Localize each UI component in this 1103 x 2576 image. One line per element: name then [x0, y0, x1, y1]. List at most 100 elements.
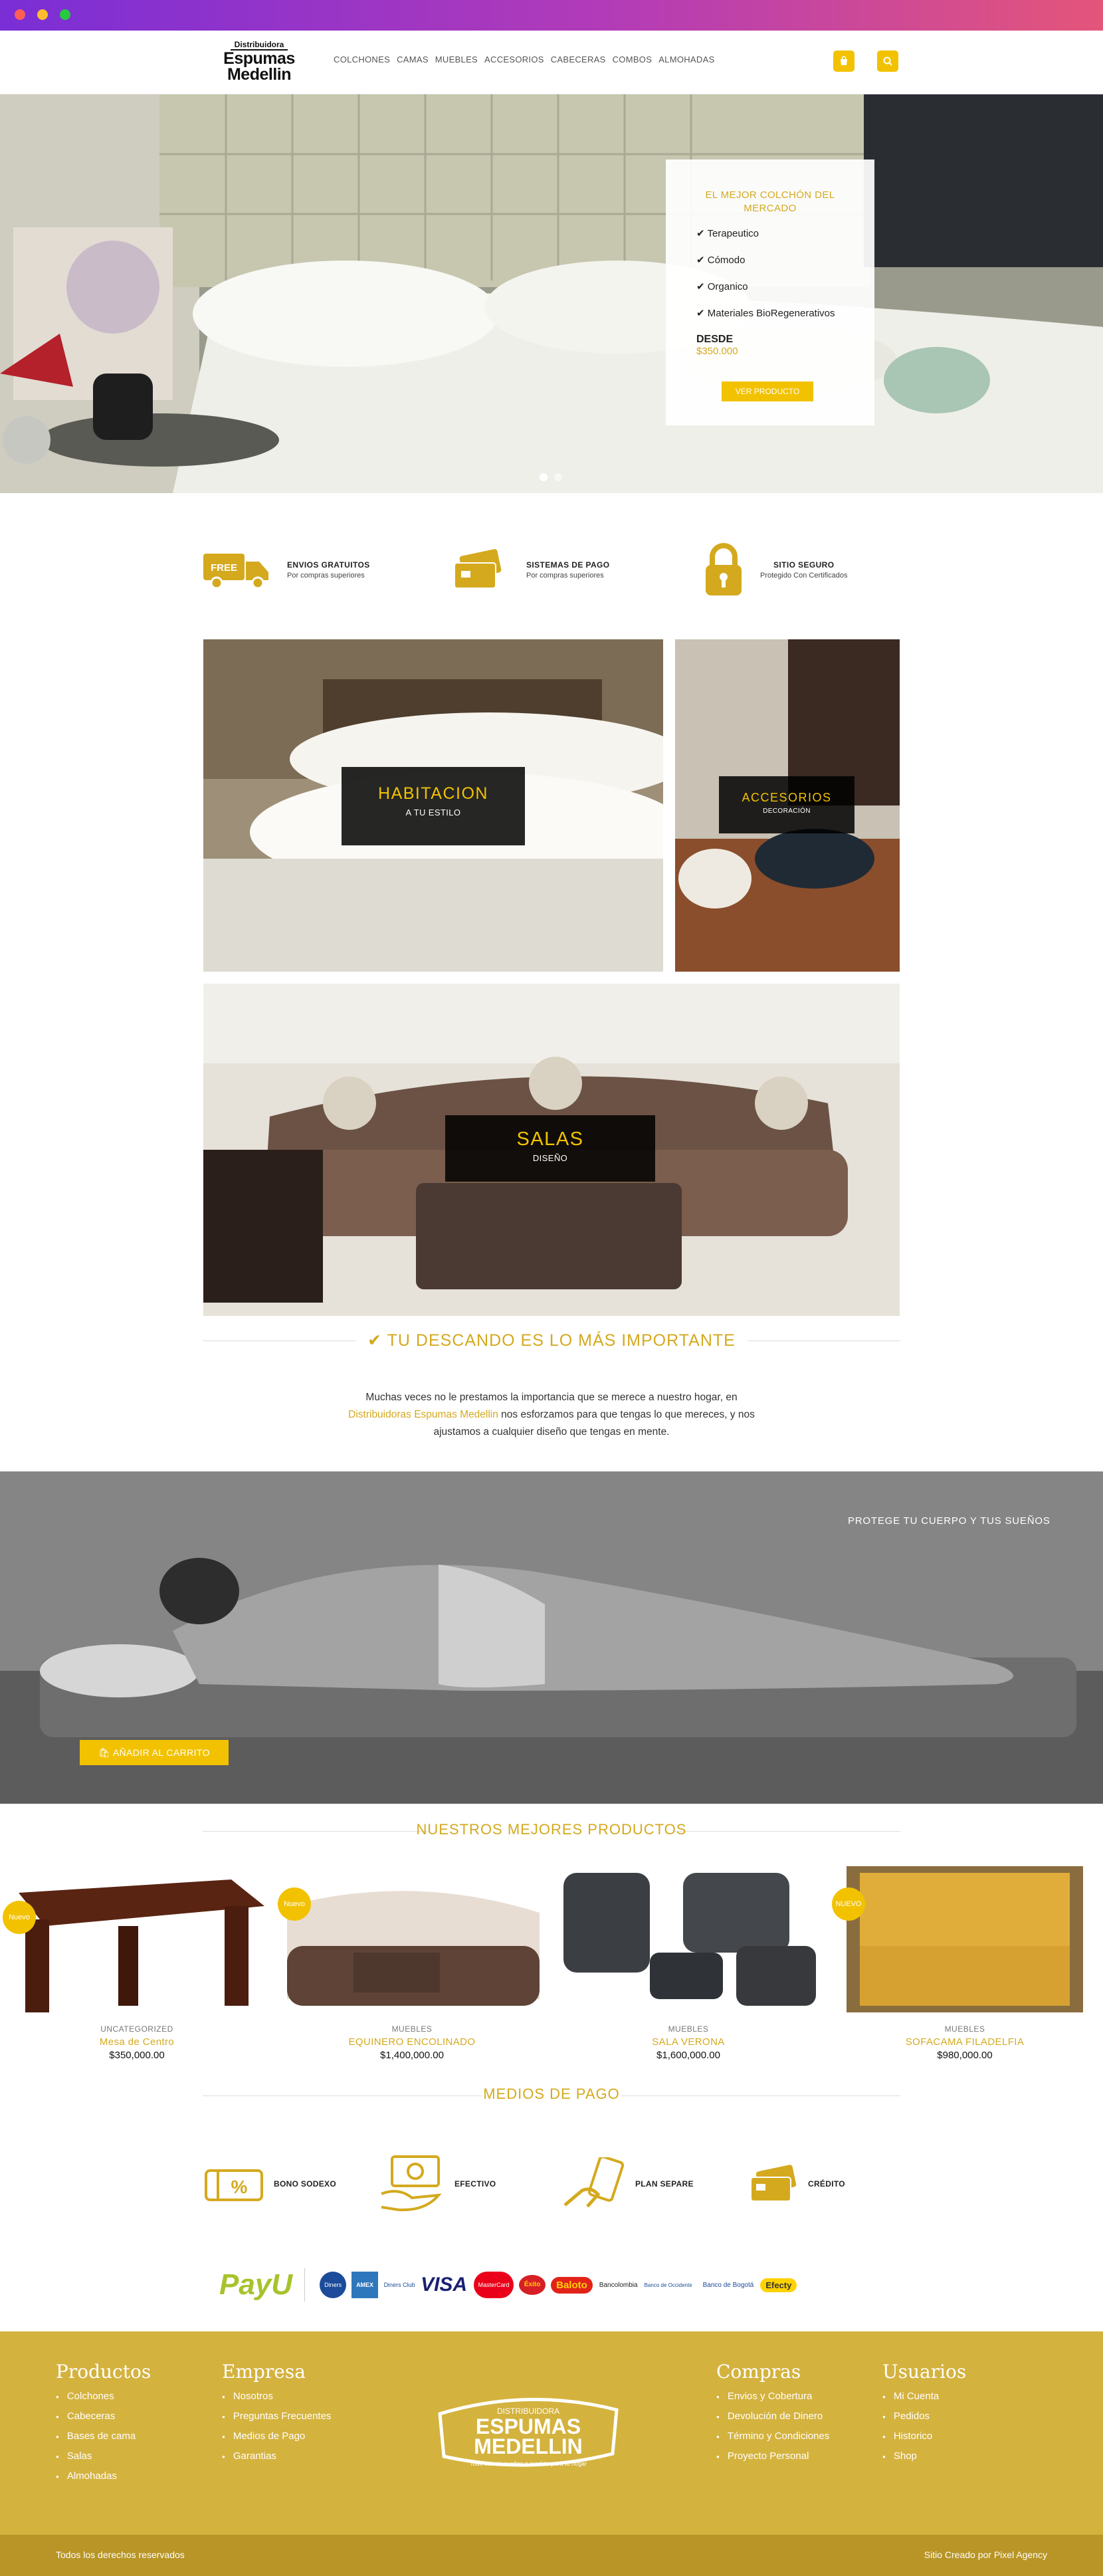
footer-link[interactable]: Colchones	[56, 2391, 151, 2402]
feature-pago: SISTEMAS DE PAGO Por compras superiores	[452, 540, 610, 599]
product-name[interactable]: EQUINERO ENCOLINADO	[280, 2036, 544, 2048]
footer-usuarios: Usuarios Mi Cuenta Pedidos Historico Sho…	[882, 2361, 966, 2470]
product-card[interactable]: MUEBLES SALA VERONA $1,600,000.00	[557, 1866, 820, 2066]
hero-bedroom-image	[0, 94, 1103, 493]
add-to-cart-button[interactable]: 🛍 AÑADIR AL CARRITO	[80, 1740, 229, 1765]
footer-link[interactable]: Envios y Cobertura	[716, 2391, 829, 2402]
credit-card-icon	[454, 549, 502, 589]
footer-link[interactable]: Término y Condiciones	[716, 2430, 829, 2442]
product-name[interactable]: SOFACAMA FILADELFIA	[833, 2036, 1096, 2048]
footer-compras: Compras Envios y Cobertura Devolución de…	[716, 2361, 829, 2470]
cash-hand-icon	[381, 2155, 442, 2212]
exito-logo: Éxito	[519, 2275, 546, 2295]
footer-bottom-bar: Todos los derechos reservados Sitio Crea…	[0, 2535, 1103, 2576]
feature-title: ENVIOS GRATUITOS	[287, 560, 370, 570]
footer-link[interactable]: Preguntas Frecuentes	[222, 2411, 332, 2422]
nav-combos[interactable]: COMBOS	[613, 54, 652, 64]
ver-producto-button[interactable]: VER PRODUCTO	[722, 381, 813, 401]
feature-title: SITIO SEGURO	[773, 560, 835, 570]
check-icon: ✔	[696, 281, 708, 292]
payment-label: BONO SODEXO	[274, 2179, 336, 2189]
product-name[interactable]: Mesa de Centro	[5, 2036, 268, 2048]
payment-label: CRÉDITO	[808, 2179, 845, 2189]
footer-link[interactable]: Proyecto Personal	[716, 2450, 829, 2462]
maximize-window-icon[interactable]	[60, 9, 70, 20]
product-card[interactable]: NUEVO MUEBLES SOFACAMA FILADELFIA $980,0…	[832, 1866, 1096, 2066]
product-card[interactable]: Nuevo MUEBLES EQUINERO ENCOLINADO $1,400…	[278, 1866, 544, 2066]
payment-efectivo: EFECTIVO	[379, 2155, 496, 2212]
mastercard-logo: MasterCard	[474, 2272, 514, 2298]
footer-link[interactable]: Bases de cama	[56, 2430, 151, 2442]
efecty-logo: Efecty	[760, 2278, 797, 2292]
visa-logo: VISA	[421, 2274, 468, 2296]
footer-link[interactable]: Devolución de Dinero	[716, 2411, 829, 2422]
nav-cabeceras[interactable]: CABECERAS	[551, 54, 606, 64]
nav-colchones[interactable]: COLCHONES	[334, 54, 390, 64]
baloto-logo: Baloto	[551, 2276, 593, 2294]
banco-occidente-logo: Banco de Occidente	[644, 2282, 692, 2288]
payment-sodexo: % BONO SODEXO	[203, 2157, 336, 2210]
search-button[interactable]	[877, 51, 898, 72]
minimize-window-icon[interactable]	[37, 9, 48, 20]
slider-dot-1[interactable]	[540, 473, 548, 481]
product-category: UNCATEGORIZED	[100, 2024, 173, 2034]
footer-col-title: Compras	[716, 2361, 801, 2383]
footer-link[interactable]: Pedidos	[882, 2411, 966, 2422]
payments-heading: MEDIOS DE PAGO	[203, 2083, 900, 2109]
footer-link[interactable]: Mi Cuenta	[882, 2391, 966, 2402]
product-price: $980,000.00	[937, 2050, 993, 2061]
payment-logos: PayU Diners AMEX Diners Club VISA Master…	[219, 2258, 897, 2311]
credit-link[interactable]: Sitio Creado por Pixel Agency	[924, 2549, 1047, 2560]
about-heading-text: ✔ TU DESCANDO ES LO MÁS IMPORTANTE	[367, 1331, 736, 1350]
category-title: HABITACION	[378, 784, 488, 803]
habitacion-label: HABITACION A TU ESTILO	[342, 767, 525, 845]
category-salas[interactable]: SALAS DISEÑO	[203, 984, 900, 1316]
footer-link[interactable]: Historico	[882, 2430, 966, 2442]
nav-almohadas[interactable]: ALMOHADAS	[658, 54, 714, 64]
footer-col-title: Empresa	[222, 2361, 306, 2383]
product-card[interactable]: Nuevo UNCATEGORIZED Mesa de Centro $350,…	[3, 1866, 268, 2066]
product-name[interactable]: SALA VERONA	[557, 2036, 820, 2048]
footer-empresa: Empresa Nosotros Preguntas Frecuentes Me…	[222, 2361, 331, 2470]
percent-card-icon: %	[205, 2169, 263, 2201]
footer-link[interactable]: Almohadas	[56, 2470, 151, 2482]
product-image	[833, 1866, 1096, 2019]
footer-link[interactable]: Medios de Pago	[222, 2430, 331, 2442]
site-logo[interactable]: Distribuidora Espumas Medellin	[206, 39, 312, 83]
new-badge: Nuevo	[3, 1901, 36, 1934]
nav-accesorios[interactable]: ACCESORIOS	[484, 54, 544, 64]
banner-title: PROTEGE TU CUERPO Y TUS SUEÑOS	[848, 1515, 1051, 1527]
footer-link[interactable]: Shop	[882, 2450, 966, 2462]
feature-seguro: SITIO SEGURO Protegido Con Certificados	[704, 540, 847, 599]
footer-col-title: Productos	[56, 2361, 151, 2383]
slider-dot-2[interactable]	[554, 473, 562, 481]
payment-plan-separe: PLAN SEPARE	[562, 2157, 694, 2210]
hero-feature-list: ✔ Terapeutico ✔ Cómodo ✔ Organico ✔ Mate…	[696, 227, 844, 319]
footer-logo-graphic: DISTRIBUIDORA ESPUMAS MEDELLIN Todo cuan…	[438, 2397, 619, 2467]
cart-button[interactable]	[833, 51, 854, 72]
hero-feature-item: ✔ Terapeutico	[696, 228, 759, 239]
footer-col-title: Usuarios	[882, 2361, 967, 2383]
footer-link[interactable]: Nosotros	[222, 2391, 331, 2402]
products-heading-text: NUESTROS MEJORES PRODUCTOS	[416, 1821, 687, 1838]
hero-feature-item: ✔ Cómodo	[696, 255, 746, 266]
hero-desde-label: DESDE	[696, 334, 734, 345]
category-subtitle: DISEÑO	[532, 1153, 568, 1163]
product-price: $1,400,000.00	[380, 2050, 444, 2061]
footer-link[interactable]: Garantias	[222, 2450, 331, 2462]
footer-logo[interactable]: DISTRIBUIDORA ESPUMAS MEDELLIN Todo cuan…	[433, 2387, 623, 2480]
hero-slider	[0, 94, 1103, 493]
footer-link[interactable]: Cabeceras	[56, 2411, 151, 2422]
main-nav: COLCHONES CAMAS MUEBLES ACCESORIOS CABEC…	[334, 54, 722, 64]
payu-logo: PayU	[219, 2268, 306, 2302]
hero-price: $350.000	[696, 346, 738, 357]
nav-camas[interactable]: CAMAS	[397, 54, 429, 64]
category-habitacion[interactable]: HABITACION A TU ESTILO	[203, 639, 663, 972]
product-image	[557, 1866, 820, 2019]
category-accesorios[interactable]: ACCESORIOS DECORACIÓN	[675, 639, 900, 972]
nav-muebles[interactable]: MUEBLES	[435, 54, 478, 64]
search-icon	[883, 56, 892, 66]
category-subtitle: DECORACIÓN	[763, 807, 811, 815]
close-window-icon[interactable]	[15, 9, 25, 20]
footer-link[interactable]: Salas	[56, 2450, 151, 2462]
